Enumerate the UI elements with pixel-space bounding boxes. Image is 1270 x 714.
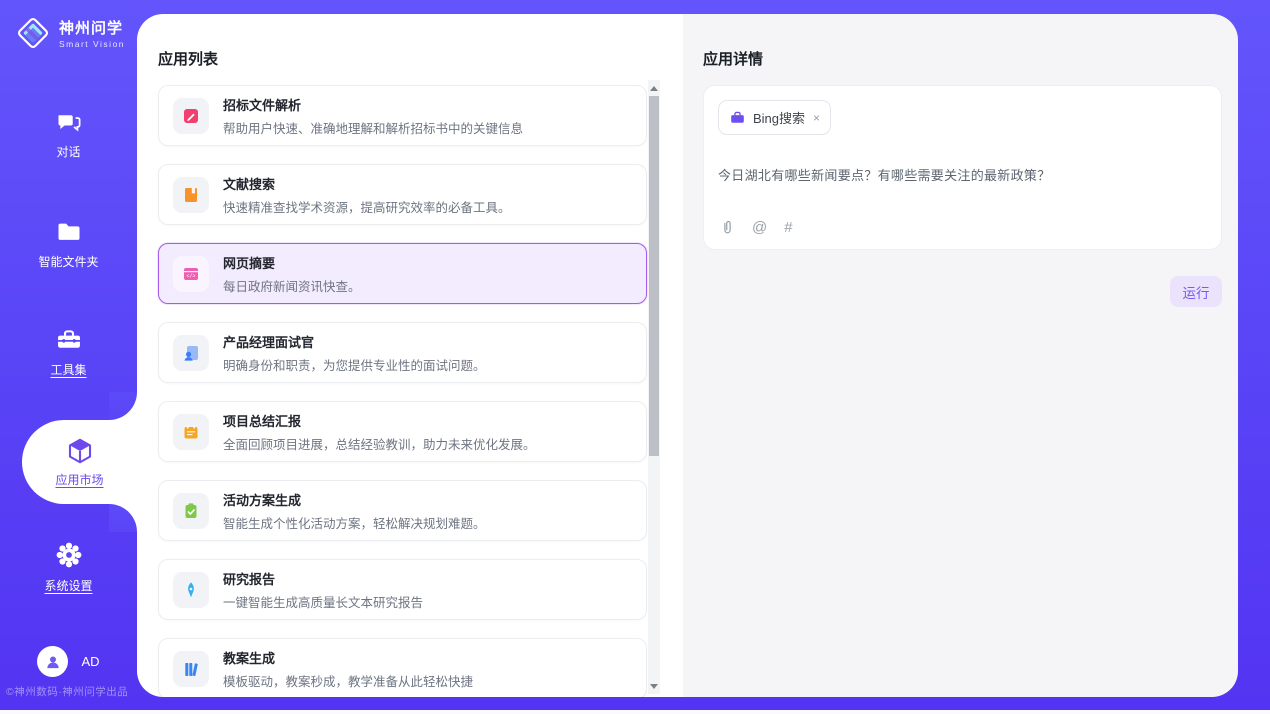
app-icon-tile <box>173 98 209 134</box>
research-icon <box>181 580 201 600</box>
app-icon-tile: </> <box>173 256 209 292</box>
sidebar-item-toolbox[interactable]: 工具集 <box>0 326 137 378</box>
question-text[interactable]: 今日湖北有哪些新闻要点？有哪些需要关注的最新政策？ <box>718 165 1207 184</box>
tool-tag-bing-search[interactable]: Bing搜索 × <box>718 100 831 135</box>
bottom-strip <box>0 710 1270 714</box>
user-account[interactable]: AD <box>0 646 137 677</box>
app-card-title: 项目总结汇报 <box>223 411 536 430</box>
brand-name: 神州问学 <box>59 17 125 38</box>
app-card-title: 活动方案生成 <box>223 490 486 509</box>
app-card-title: 产品经理面试官 <box>223 332 486 351</box>
app-card-activity-plan[interactable]: 活动方案生成 智能生成个性化活动方案，轻松解决规划难题。 <box>158 480 647 541</box>
app-card-bid-parse[interactable]: 招标文件解析 帮助用户快速、准确地理解和解析招标书中的关键信息 <box>158 85 647 146</box>
scroll-up-icon[interactable] <box>648 82 660 94</box>
sidebar-item-settings[interactable]: 系统设置 <box>0 540 137 594</box>
book-icon <box>181 185 201 205</box>
app-card-title: 招标文件解析 <box>223 95 523 114</box>
svg-text:</>: </> <box>186 273 195 279</box>
app-detail-card: Bing搜索 × 今日湖北有哪些新闻要点？有哪些需要关注的最新政策？ @ # <box>703 85 1222 250</box>
app-card-desc: 模板驱动，教案秒成，教学准备从此轻松快捷 <box>223 671 473 690</box>
app-card-desc: 一键智能生成高质量长文本研究报告 <box>223 592 423 611</box>
sidebar-item-label: 应用市场 <box>55 471 103 488</box>
attachment-toolbar: @ # <box>720 219 793 236</box>
interviewer-icon <box>181 343 201 363</box>
sidebar-item-label: 工具集 <box>50 361 86 378</box>
scrollbar-thumb[interactable] <box>649 96 659 456</box>
app-card-project-summary[interactable]: 项目总结汇报 全面回顾项目进展，总结经验教训，助力未来优化发展。 <box>158 401 647 462</box>
cube-icon <box>65 436 95 466</box>
sidebar-item-chat[interactable]: 对话 <box>0 108 137 160</box>
app-icon-tile <box>173 177 209 213</box>
user-name: AD <box>81 654 99 669</box>
diamond-logo-icon <box>14 14 52 52</box>
app-card-title: 网页摘要 <box>223 253 361 272</box>
list-scrollbar[interactable] <box>648 80 660 694</box>
app-card-web-summary[interactable]: </> 网页摘要 每日政府新闻资讯快查。 <box>158 243 647 304</box>
app-icon-tile <box>173 414 209 450</box>
app-card-title: 文献搜索 <box>223 174 511 193</box>
sidebar-item-smart-folder[interactable]: 智能文件夹 <box>0 218 137 270</box>
app-card-desc: 全面回顾项目进展，总结经验教训，助力未来优化发展。 <box>223 434 536 453</box>
bid-parse-icon <box>181 106 201 126</box>
gear-icon <box>54 540 84 570</box>
app-card-desc: 每日政府新闻资讯快查。 <box>223 276 361 295</box>
folder-icon <box>55 218 83 246</box>
sidebar: 神州问学 Smart Vision 对话 智能文件夹 <box>0 0 137 710</box>
app-icon-tile <box>173 651 209 687</box>
app-list-panel: 应用列表 招标文件解析 帮助用户快速、准确地理解和解析招标书中的关键信息 <box>137 14 683 697</box>
brand-logo: 神州问学 Smart Vision <box>14 14 125 52</box>
app-detail-panel: 应用详情 Bing搜索 × 今日湖北有哪些新闻要点？有哪些需要关注的最新政策？ … <box>683 14 1238 697</box>
bubble-curve-bottom <box>109 504 137 532</box>
tool-tag-label: Bing搜索 <box>753 108 805 127</box>
avatar <box>37 646 68 677</box>
app-icon-tile <box>173 493 209 529</box>
app-icon-tile <box>173 335 209 371</box>
app-card-title: 教案生成 <box>223 648 473 667</box>
toolbox-icon <box>55 326 83 354</box>
webpage-icon: </> <box>181 264 201 284</box>
app-detail-title: 应用详情 <box>703 48 1222 69</box>
lesson-icon <box>181 659 201 679</box>
mention-icon[interactable]: @ <box>752 219 767 236</box>
sidebar-item-label: 系统设置 <box>44 577 92 594</box>
app-card-desc: 智能生成个性化活动方案，轻松解决规划难题。 <box>223 513 486 532</box>
sidebar-item-app-market[interactable]: 应用市场 <box>22 420 137 504</box>
chat-icon <box>55 108 83 136</box>
sidebar-item-label: 对话 <box>56 143 80 160</box>
app-frame: 神州问学 Smart Vision 对话 智能文件夹 <box>0 0 1270 710</box>
app-card-title: 研究报告 <box>223 569 423 588</box>
copyright-text: ©神州数码·神州问学出品 <box>6 684 137 699</box>
tag-close-icon[interactable]: × <box>813 111 820 125</box>
paperclip-icon[interactable] <box>720 219 735 236</box>
app-icon-tile <box>173 572 209 608</box>
app-card-desc: 快速精准查找学术资源，提高研究效率的必备工具。 <box>223 197 511 216</box>
activity-plan-icon <box>181 501 201 521</box>
run-button[interactable]: 运行 <box>1170 276 1222 307</box>
person-icon <box>43 652 63 672</box>
bubble-curve-top <box>109 392 137 420</box>
summary-icon <box>181 422 201 442</box>
hashtag-icon[interactable]: # <box>784 219 792 236</box>
app-card-literature-search[interactable]: 文献搜索 快速精准查找学术资源，提高研究效率的必备工具。 <box>158 164 647 225</box>
app-card-pm-interviewer[interactable]: 产品经理面试官 明确身份和职责，为您提供专业性的面试问题。 <box>158 322 647 383</box>
scroll-down-icon[interactable] <box>648 680 660 692</box>
app-card-research-report[interactable]: 研究报告 一键智能生成高质量长文本研究报告 <box>158 559 647 620</box>
app-card-desc: 明确身份和职责，为您提供专业性的面试问题。 <box>223 355 486 374</box>
brand-tagline: Smart Vision <box>59 39 125 49</box>
briefcase-icon <box>729 109 746 126</box>
content-shell: 应用列表 招标文件解析 帮助用户快速、准确地理解和解析招标书中的关键信息 <box>137 14 1238 697</box>
app-card-desc: 帮助用户快速、准确地理解和解析招标书中的关键信息 <box>223 118 523 137</box>
app-card-lesson-plan[interactable]: 教案生成 模板驱动，教案秒成，教学准备从此轻松快捷 <box>158 638 647 697</box>
app-list-title: 应用列表 <box>158 48 683 69</box>
sidebar-item-label: 智能文件夹 <box>38 253 98 270</box>
app-cards: 招标文件解析 帮助用户快速、准确地理解和解析招标书中的关键信息 <box>158 85 647 697</box>
